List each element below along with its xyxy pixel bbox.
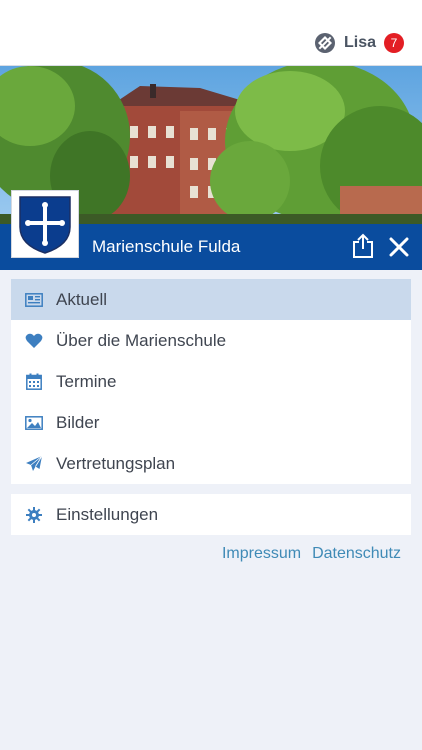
menu-item-ueber[interactable]: Über die Marienschule [11,320,411,361]
menu-item-label: Termine [56,371,117,391]
menu-item-aktuell[interactable]: Aktuell [11,279,411,320]
menu-item-einstellungen[interactable]: Einstellungen [11,494,411,535]
paper-plane-icon [25,455,43,473]
school-logo-icon [314,33,335,53]
newspaper-icon [25,291,43,309]
datenschutz-link[interactable]: Datenschutz [312,545,401,563]
footer-links: Impressum Datenschutz [222,545,401,563]
menu-item-bilder[interactable]: Bilder [11,402,411,443]
menu-item-label: Aktuell [56,289,108,309]
menu-item-label: Über die Marienschule [56,330,227,350]
heart-icon [25,332,43,350]
menu-item-label: Bilder [56,412,100,432]
gear-icon [25,506,43,524]
close-button[interactable] [386,234,412,260]
top-bar: Lisa 7 [0,0,422,66]
impressum-link[interactable]: Impressum [222,545,301,563]
menu-item-label: Einstellungen [56,504,159,524]
school-name: Marienschule Fulda [92,237,241,256]
menu-item-label: Vertretungsplan [56,453,176,473]
share-icon [353,233,373,258]
settings-menu: Einstellungen [11,494,411,535]
notification-badge[interactable]: 7 [384,33,404,53]
menu-item-vertretungsplan[interactable]: Vertretungsplan [11,443,411,484]
crest-shield-icon [19,196,71,254]
school-crest [11,190,79,258]
menu-item-termine[interactable]: Termine [11,361,411,402]
share-button[interactable] [350,232,376,260]
calendar-icon [25,373,43,391]
user-name[interactable]: Lisa [344,34,376,52]
close-icon [389,237,409,257]
image-icon [25,414,43,432]
main-menu: Aktuell Über die Marienschule Termine Bi… [11,279,411,484]
user-menu[interactable]: Lisa 7 [314,32,404,54]
